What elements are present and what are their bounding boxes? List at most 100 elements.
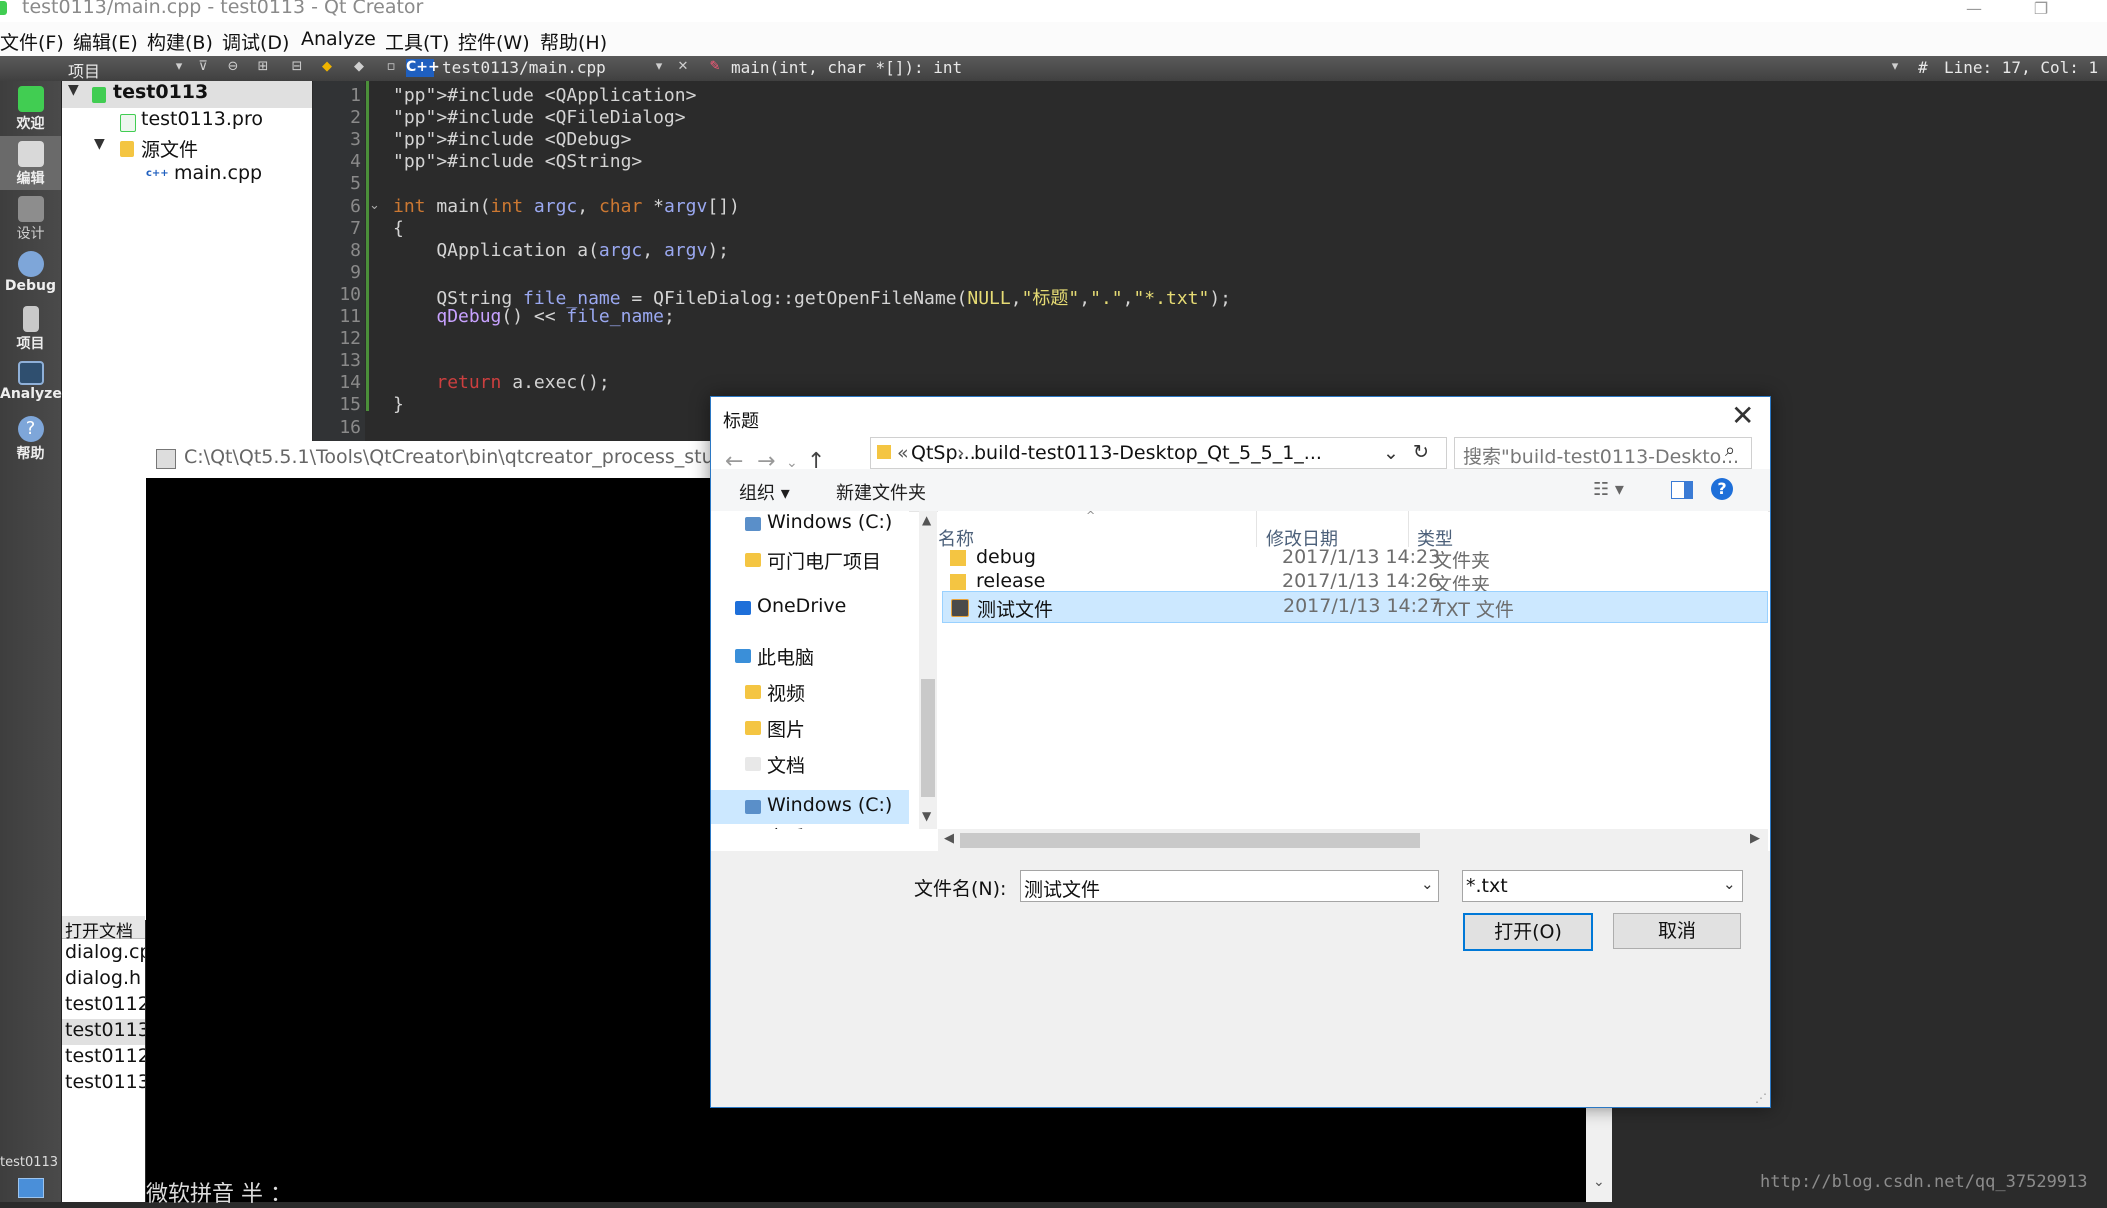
mode-analyze[interactable]: Analyze <box>0 356 62 410</box>
open-document-item[interactable]: test0112. <box>65 1045 145 1071</box>
menu-build[interactable]: 构建(B) <box>147 28 213 55</box>
fold-arrow-icon[interactable]: ⌄ <box>369 198 380 213</box>
scroll-down-icon[interactable]: ▼ <box>922 809 931 823</box>
code-line[interactable]: int main(int argc, char *argv[]) <box>393 196 740 217</box>
menu-debug[interactable]: 调试(D) <box>222 28 289 55</box>
breadcrumb-overflow[interactable]: « <box>897 442 909 464</box>
mode-debug[interactable]: Debug <box>0 246 61 300</box>
menu-edit[interactable]: 编辑(E) <box>73 28 138 55</box>
nav-item[interactable]: 可门电厂项目 <box>711 543 909 577</box>
nav-item[interactable]: 视频 <box>711 675 909 709</box>
code-line[interactable]: qDebug() << file_name; <box>393 306 674 327</box>
nav-item[interactable]: OneDrive <box>711 591 909 625</box>
forward-arrow-icon[interactable]: ◆ <box>352 60 366 74</box>
column-divider[interactable] <box>1408 511 1409 547</box>
scroll-left-icon[interactable]: ◀ <box>944 831 954 846</box>
code-line[interactable]: return a.exec(); <box>393 372 609 393</box>
resize-grip-icon[interactable]: ⋰ <box>1755 1091 1767 1105</box>
function-combo[interactable]: main(int, char *[]): int <box>731 58 962 77</box>
address-bar[interactable]: « QtSp... › build-test0113-Desktop_Qt_5_… <box>870 437 1447 469</box>
nav-item[interactable]: 此电脑 <box>711 639 909 673</box>
cursor-position[interactable]: Line: 17, Col: 1 <box>1944 58 2098 77</box>
file-combo-arrow-icon[interactable]: ▾ <box>652 60 666 74</box>
code-line[interactable]: } <box>393 394 404 415</box>
cancel-button[interactable]: 取消 <box>1613 913 1741 949</box>
code-line[interactable]: "pp">#include <QString> <box>393 151 642 172</box>
mode-design[interactable]: 设计 <box>0 191 61 245</box>
scroll-down-icon[interactable]: ⌄ <box>1593 1174 1605 1190</box>
nav-item[interactable]: 图片 <box>711 711 909 745</box>
scroll-right-icon[interactable]: ▶ <box>1750 831 1760 846</box>
horizontal-scrollbar[interactable]: ◀ ▶ <box>938 829 1768 851</box>
project-view-combo[interactable]: 项目 <box>68 58 100 82</box>
help-icon[interactable]: ? <box>1711 478 1733 500</box>
navigation-scrollbar[interactable]: ▲ ▼ <box>919 511 937 829</box>
filename-input[interactable]: 测试文件 ⌄ <box>1020 870 1439 902</box>
view-options-icon[interactable]: ☷ ▾ <box>1593 479 1624 500</box>
close-icon[interactable]: ✕ <box>1731 399 1754 432</box>
menu-tools[interactable]: 工具(T) <box>385 28 449 55</box>
open-button[interactable]: 打开(O) <box>1463 913 1593 951</box>
expand-arrow-icon[interactable]: ▼ <box>68 82 79 98</box>
split-icon[interactable]: ⊞ <box>256 60 270 74</box>
file-row[interactable]: 测试文件 2017/1/13 14:27 TXT 文件 <box>942 591 1768 623</box>
minimize-icon[interactable]: — <box>1964 0 1984 18</box>
preview-pane-icon[interactable] <box>1671 481 1693 499</box>
open-document-item[interactable]: test0113. <box>65 1071 145 1097</box>
open-document-item[interactable]: test0112/ <box>65 993 145 1019</box>
expand-arrow-icon[interactable]: ▼ <box>94 136 105 152</box>
function-combo-arrow-icon[interactable]: ▾ <box>1888 60 1902 74</box>
scroll-thumb[interactable] <box>921 679 935 797</box>
search-field[interactable]: 搜索"build-test0113-Deskto... ⌕ <box>1454 437 1752 469</box>
search-icon[interactable]: ⌕ <box>1725 440 1735 461</box>
open-document-item[interactable]: test0113/ <box>62 1019 145 1045</box>
nav-item[interactable]: Windows (C:) <box>711 511 909 541</box>
open-file-combo[interactable]: test0113/main.cpp <box>442 58 606 77</box>
address-dropdown-icon[interactable]: ⌄ <box>1383 442 1399 464</box>
nav-item-selected[interactable]: Windows (C:) <box>711 790 909 824</box>
target-computer-icon[interactable] <box>18 1178 44 1198</box>
breadcrumb-separator[interactable]: › <box>957 442 965 464</box>
code-line[interactable]: QApplication a(argc, argv); <box>393 240 729 261</box>
qt-logo-icon <box>17 86 44 112</box>
link-icon[interactable]: ⊖ <box>226 60 240 74</box>
mode-welcome[interactable]: 欢迎 <box>0 81 61 135</box>
scroll-thumb[interactable] <box>960 833 1420 848</box>
mode-help[interactable]: ? 帮助 <box>0 411 61 465</box>
combo-arrow-icon[interactable]: ▾ <box>172 60 186 74</box>
restore-icon[interactable]: ❐ <box>2031 0 2051 18</box>
mode-edit[interactable]: 编辑 <box>0 136 61 190</box>
new-folder-button[interactable]: 新建文件夹 <box>836 479 926 505</box>
chevron-down-icon[interactable]: ⌄ <box>1723 875 1736 893</box>
code-line[interactable]: "pp">#include <QFileDialog> <box>393 107 686 128</box>
open-document-item[interactable]: dialog.h <box>65 967 145 993</box>
mode-projects[interactable]: 项目 <box>0 301 61 355</box>
close-file-icon[interactable]: ✕ <box>676 60 690 74</box>
open-document-item[interactable]: dialog.cp <box>65 941 145 967</box>
tree-item-sources[interactable]: ▼ 源文件 <box>62 135 312 162</box>
menu-help[interactable]: 帮助(H) <box>540 28 607 55</box>
scroll-up-icon[interactable]: ▲ <box>922 513 931 527</box>
menu-analyze[interactable]: Analyze <box>301 28 376 50</box>
build-target-label[interactable]: test0113 <box>0 1155 61 1170</box>
chevron-down-icon[interactable]: ⌄ <box>1421 875 1434 893</box>
column-divider[interactable] <box>1256 511 1257 547</box>
breadcrumb-item[interactable]: build-test0113-Desktop_Qt_5_5_1_... <box>974 442 1322 464</box>
lock-icon: ▫ <box>386 59 396 74</box>
back-arrow-icon[interactable]: ◆ <box>320 60 334 74</box>
organize-button[interactable]: 组织 ▾ <box>739 479 790 505</box>
menu-file[interactable]: 文件(F) <box>0 28 64 55</box>
tree-item-pro-file[interactable]: test0113.pro <box>62 108 312 135</box>
code-line[interactable]: "pp">#include <QApplication> <box>393 85 696 106</box>
close-pane-icon[interactable]: ⊟ <box>290 60 304 74</box>
refresh-icon[interactable]: ↻ <box>1413 441 1429 463</box>
code-line[interactable]: { <box>393 218 404 239</box>
tree-item-main-cpp[interactable]: c++ main.cpp <box>62 162 312 189</box>
breadcrumb-item[interactable]: QtSp... <box>911 442 976 464</box>
file-type-select[interactable]: *.txt ⌄ <box>1462 870 1743 902</box>
menu-controls[interactable]: 控件(W) <box>458 28 530 55</box>
code-line[interactable]: "pp">#include <QDebug> <box>393 129 631 150</box>
nav-item[interactable]: 文档 <box>711 747 909 781</box>
tree-item-project-root[interactable]: ▼ test0113 <box>62 81 312 108</box>
filter-icon[interactable]: ⊽ <box>196 60 210 74</box>
